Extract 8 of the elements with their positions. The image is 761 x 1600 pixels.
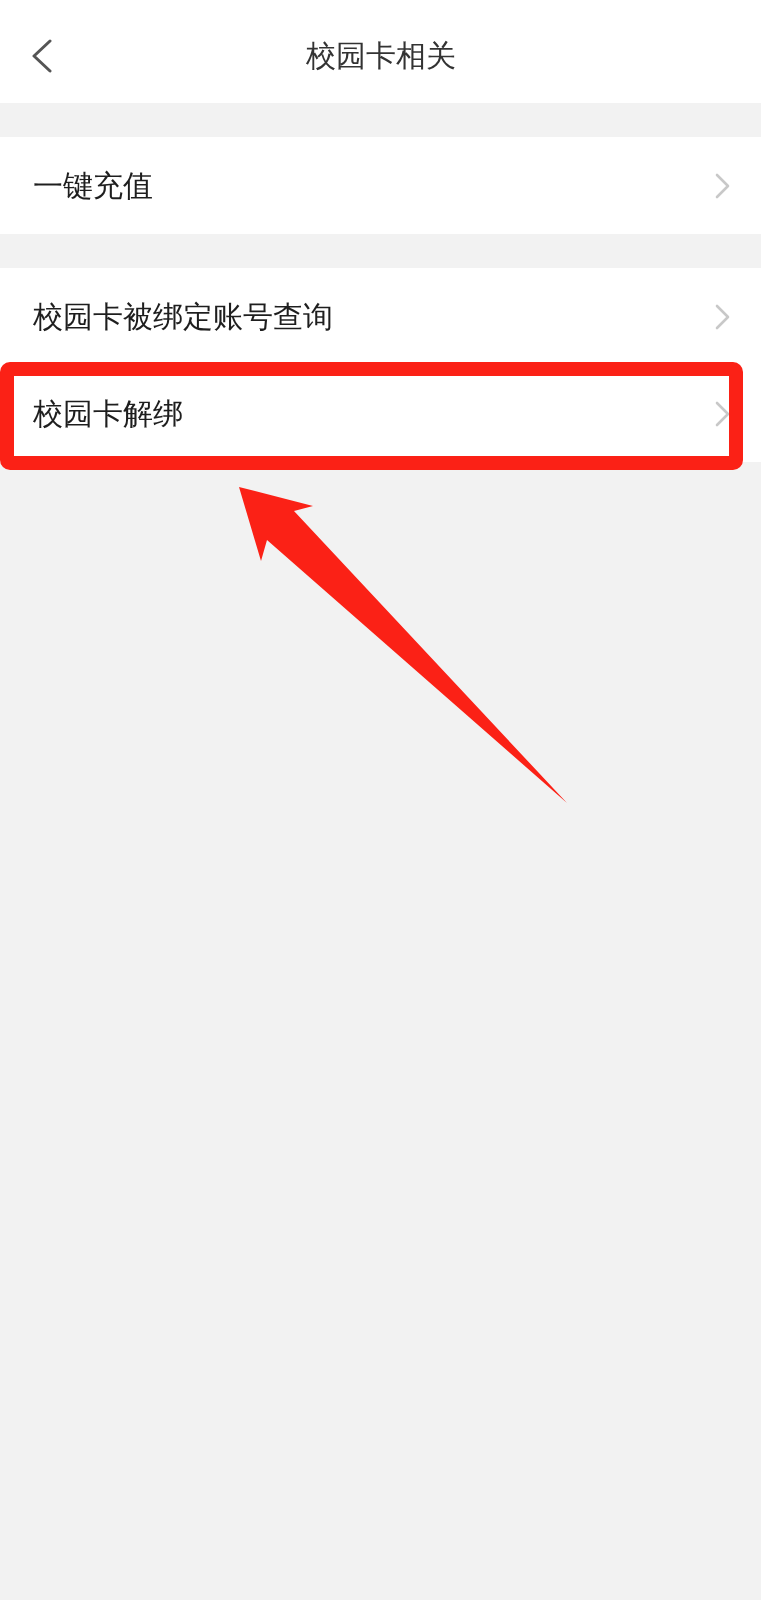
page-title: 校园卡相关 [305, 38, 456, 74]
back-button[interactable] [30, 37, 54, 74]
back-icon [31, 38, 53, 73]
chevron-right-icon [715, 400, 730, 427]
chevron-right-icon [715, 303, 730, 330]
menu-item[interactable]: 一键充值 [0, 137, 761, 234]
chevron-right-icon [715, 172, 730, 199]
menu-item[interactable]: 校园卡被绑定账号查询 [0, 268, 761, 365]
